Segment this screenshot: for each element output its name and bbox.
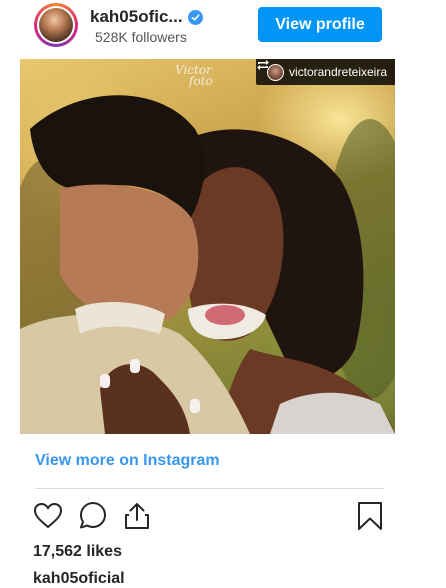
caption-username[interactable]: kah05oficial (33, 570, 125, 588)
bookmark-icon[interactable] (354, 500, 386, 532)
verified-badge-icon (187, 9, 203, 25)
footer-divider (35, 488, 384, 489)
profile-avatar[interactable] (34, 3, 78, 47)
username-row: kah05ofic... (90, 7, 203, 27)
repost-username: victorandreteixeira (288, 65, 387, 79)
avatar-inner-ring (37, 6, 75, 44)
photo-illustration (20, 95, 395, 434)
photographer-watermark: Victor foto (175, 64, 213, 88)
avatar-image (39, 8, 73, 42)
repost-tag[interactable]: victorandreteixeira (255, 59, 395, 85)
view-more-link[interactable]: View more on Instagram (35, 452, 220, 470)
watermark-line2: foto (189, 74, 213, 88)
comment-icon[interactable] (77, 500, 109, 532)
follower-count: 528K followers (95, 29, 187, 45)
action-bar (32, 500, 384, 532)
share-icon[interactable] (121, 500, 153, 532)
post-header: kah05ofic... 528K followers View profile (0, 0, 446, 52)
post-photo[interactable]: Victor foto victorandreteixeira (20, 59, 395, 434)
heart-icon[interactable] (32, 500, 64, 532)
view-profile-button[interactable]: View profile (258, 7, 382, 42)
username-link[interactable]: kah05ofic... (90, 7, 183, 27)
like-count[interactable]: 17,562 likes (33, 543, 122, 561)
